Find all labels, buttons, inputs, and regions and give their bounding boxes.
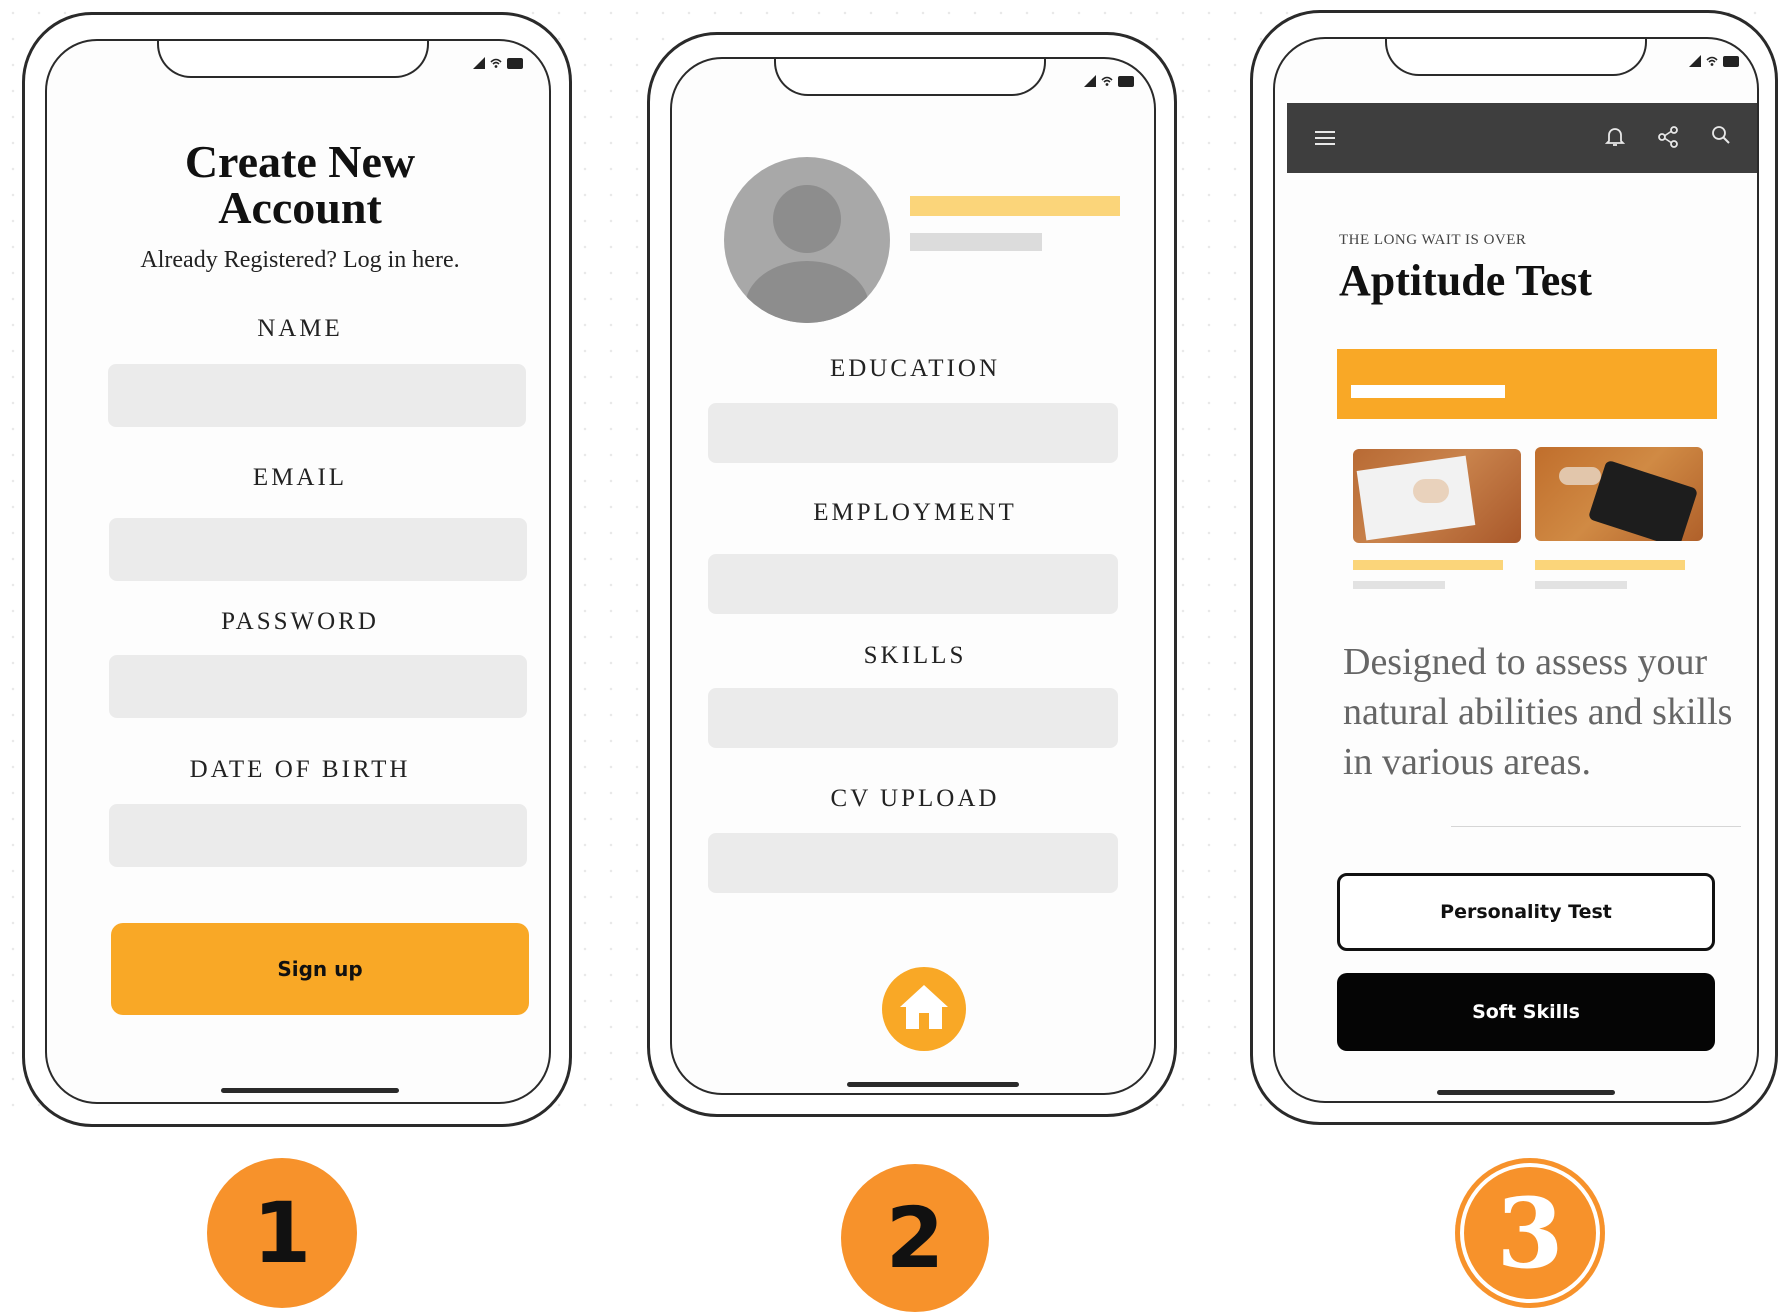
status-bar — [1689, 55, 1739, 67]
page-title: Create New Account — [47, 136, 549, 233]
step-badge-2: 2 — [841, 1164, 989, 1312]
card-image-tablet — [1535, 447, 1703, 541]
phone-frame-1: Create New Account Already Registered? L… — [22, 12, 572, 1127]
phone-screen-1: Create New Account Already Registered? L… — [45, 39, 551, 1104]
feature-card — [1337, 349, 1717, 589]
home-indicator — [1437, 1090, 1615, 1095]
avatar-icon[interactable] — [724, 157, 890, 323]
app-bar — [1287, 103, 1757, 173]
skills-label: SKILLS — [863, 642, 967, 669]
battery-icon — [507, 57, 523, 69]
login-link[interactable]: Already Registered? Log in here. — [47, 247, 549, 274]
step-badge-1: 1 — [207, 1158, 357, 1308]
profile-subtitle-placeholder — [910, 233, 1042, 251]
wifi-icon — [1101, 76, 1113, 86]
signal-icon — [1689, 55, 1701, 67]
description-text: Designed to assess your natural abilitie… — [1343, 641, 1733, 783]
employment-label: EMPLOYMENT — [813, 499, 1017, 526]
phone-notch — [774, 59, 1046, 96]
date-of-birth-label: DATE OF BIRTH — [189, 756, 411, 783]
home-indicator — [221, 1088, 399, 1093]
phone-notch — [1385, 39, 1647, 76]
phone-screen-3: THE LONG WAIT IS OVER Aptitude Test Desi… — [1273, 37, 1759, 1103]
title-line-2: Account — [218, 182, 382, 233]
employment-field[interactable] — [708, 554, 1118, 614]
email-label: EMAIL — [252, 464, 348, 491]
eyebrow-text: THE LONG WAIT IS OVER — [1339, 232, 1527, 248]
phone-notch — [157, 41, 429, 78]
battery-icon — [1118, 75, 1134, 87]
wifi-icon — [1706, 56, 1718, 66]
card-subcaption-2 — [1535, 581, 1627, 589]
menu-icon[interactable] — [1313, 130, 1337, 146]
phone-screen-2: EDUCATION EMPLOYMENT SKILLS CV UPLOAD — [670, 57, 1156, 1095]
date-of-birth-field[interactable] — [109, 804, 527, 867]
description-divider — [1451, 826, 1741, 827]
education-field[interactable] — [708, 403, 1118, 463]
name-label: NAME — [257, 315, 343, 342]
card-caption-1 — [1353, 560, 1503, 570]
card-header — [1337, 349, 1717, 419]
name-field[interactable] — [108, 364, 526, 427]
battery-icon — [1723, 55, 1739, 67]
bell-icon[interactable] — [1605, 126, 1625, 148]
status-bar — [1084, 75, 1134, 87]
background-pattern — [640, 8, 1178, 14]
wifi-icon — [490, 58, 502, 68]
card-subcaption-1 — [1353, 581, 1445, 589]
personality-test-button[interactable]: Personality Test — [1337, 873, 1715, 951]
step-badge-3: 3 — [1455, 1158, 1605, 1308]
title-line-1: Create New — [184, 136, 416, 187]
cv-upload-label: CV UPLOAD — [830, 785, 1000, 812]
signal-icon — [473, 57, 485, 69]
cv-upload-field[interactable] — [708, 833, 1118, 893]
password-label: PASSWORD — [221, 608, 379, 635]
card-header-placeholder — [1351, 385, 1505, 398]
home-indicator — [847, 1082, 1019, 1087]
email-field[interactable] — [109, 518, 527, 581]
share-icon[interactable] — [1657, 126, 1679, 148]
search-icon[interactable] — [1711, 125, 1731, 147]
skills-field[interactable] — [708, 688, 1118, 748]
status-bar — [473, 57, 523, 69]
page-title: Aptitude Test — [1339, 256, 1593, 305]
password-field[interactable] — [109, 655, 527, 718]
phone-frame-2: EDUCATION EMPLOYMENT SKILLS CV UPLOAD — [647, 32, 1177, 1117]
education-label: EDUCATION — [829, 355, 1001, 382]
card-image-writing — [1353, 449, 1521, 543]
signal-icon — [1084, 75, 1096, 87]
soft-skills-button[interactable]: Soft Skills — [1337, 973, 1715, 1051]
profile-name-placeholder — [910, 196, 1120, 216]
home-icon[interactable] — [882, 967, 966, 1051]
phone-frame-3: THE LONG WAIT IS OVER Aptitude Test Desi… — [1250, 10, 1778, 1125]
signup-button[interactable]: Sign up — [111, 923, 529, 1015]
card-caption-2 — [1535, 560, 1685, 570]
